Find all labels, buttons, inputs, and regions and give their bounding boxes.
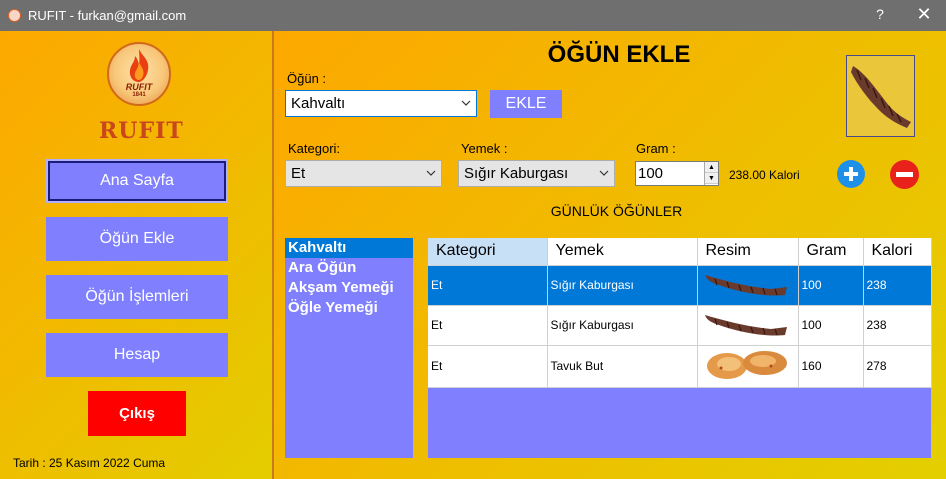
category-select-value: Et [291, 165, 306, 182]
calorie-text: 238.00 Kalori [729, 168, 800, 182]
column-header-category[interactable]: Kategori [428, 238, 548, 266]
add-meal-button[interactable]: Öğün Ekle [46, 217, 228, 261]
table-row[interactable]: Et Tavuk But 160 278 [428, 345, 932, 388]
brand-name: RUFIT [99, 118, 184, 144]
meal-operations-button[interactable]: Öğün İşlemleri [46, 275, 228, 319]
meal-item-snack[interactable]: Ara Öğün [285, 258, 413, 278]
cell-calorie: 238 [863, 265, 932, 306]
cell-calorie: 278 [863, 345, 932, 388]
stepper-up-icon[interactable]: ▲ [705, 162, 718, 173]
cell-category: Et [428, 305, 548, 346]
meal-item-breakfast[interactable]: Kahvaltı [285, 238, 413, 258]
account-button[interactable]: Hesap [46, 333, 228, 377]
meal-list[interactable]: Kahvaltı Ara Öğün Akşam Yemeği Öğle Yeme… [285, 238, 413, 458]
sidebar: RUFIT 1841 RUFIT Ana Sayfa Öğün Ekle Öğü… [0, 31, 272, 479]
column-header-calorie[interactable]: Kalori [863, 238, 932, 266]
category-select[interactable]: Et [285, 160, 442, 187]
food-preview-image [846, 55, 915, 137]
cell-image [697, 345, 799, 388]
ribs-image [851, 66, 911, 128]
table-row[interactable]: Et Sığır Kaburgası 100 238 [428, 305, 932, 346]
title-bar: RUFIT - furkan@gmail.com ? ✕ [0, 0, 946, 31]
chevron-down-icon [426, 170, 436, 176]
plus-icon[interactable] [837, 160, 865, 188]
cell-food: Sığır Kaburgası [547, 265, 698, 306]
exit-button[interactable]: Çıkış [88, 391, 186, 436]
cell-gram: 100 [798, 305, 864, 346]
meal-select[interactable]: Kahvaltı [285, 90, 477, 117]
cell-gram: 160 [798, 345, 864, 388]
close-button[interactable]: ✕ [914, 4, 934, 25]
cell-calorie: 238 [863, 305, 932, 346]
food-label: Yemek : [461, 141, 508, 156]
cell-gram: 100 [798, 265, 864, 306]
chevron-down-icon [599, 170, 609, 176]
column-header-image[interactable]: Resim [697, 238, 799, 266]
cell-category: Et [428, 265, 548, 306]
logo-year: 1841 [132, 92, 146, 98]
category-label: Kategori: [288, 141, 341, 156]
food-select-value: Sığır Kaburgası [464, 165, 569, 182]
home-button[interactable]: Ana Sayfa [46, 159, 228, 203]
cell-image [697, 265, 799, 306]
add-button[interactable]: EKLE [490, 90, 562, 118]
date-label: Tarih : 25 Kasım 2022 Cuma [13, 456, 166, 470]
gram-stepper[interactable]: ▲ ▼ [704, 162, 718, 185]
ribs-image [704, 274, 787, 296]
cell-image [697, 305, 799, 346]
stepper-down-icon[interactable]: ▼ [705, 173, 718, 184]
cell-food: Tavuk But [547, 345, 698, 388]
cell-food: Sığır Kaburgası [547, 305, 698, 346]
daily-meals-title: GÜNLÜK ÖĞÜNLER [550, 203, 683, 219]
minus-icon[interactable] [890, 160, 919, 189]
meal-label: Öğün : [287, 71, 327, 86]
logo-text: RUFIT [125, 82, 153, 92]
logo: RUFIT 1841 [107, 42, 171, 106]
window-title: RUFIT - furkan@gmail.com [28, 8, 187, 23]
app-icon [8, 9, 21, 22]
table-row[interactable]: Et Sığır Kaburgası 100 238 [428, 265, 932, 306]
main-panel: ÖĞÜN EKLE Öğün : Kahvaltı EKLE Kategori:… [274, 31, 946, 479]
gram-label: Gram : [636, 141, 676, 156]
meal-item-dinner[interactable]: Akşam Yemeği [285, 278, 413, 298]
gram-input[interactable]: 100 ▲ ▼ [635, 161, 719, 186]
chevron-down-icon [461, 100, 471, 106]
column-header-gram[interactable]: Gram [798, 238, 864, 266]
chicken-thigh-image [706, 350, 787, 379]
flame-icon [129, 49, 149, 82]
food-select[interactable]: Sığır Kaburgası [458, 160, 615, 187]
help-button[interactable]: ? [871, 6, 889, 22]
cell-category: Et [428, 345, 548, 388]
meal-select-value: Kahvaltı [291, 95, 346, 112]
meals-table[interactable]: Kategori Yemek Resim Gram Kalori Et Sığı… [428, 238, 932, 458]
gram-input-value: 100 [638, 165, 664, 182]
meal-item-lunch[interactable]: Öğle Yemeği [285, 298, 413, 318]
column-header-food[interactable]: Yemek [547, 238, 698, 266]
ribs-image [704, 314, 787, 336]
